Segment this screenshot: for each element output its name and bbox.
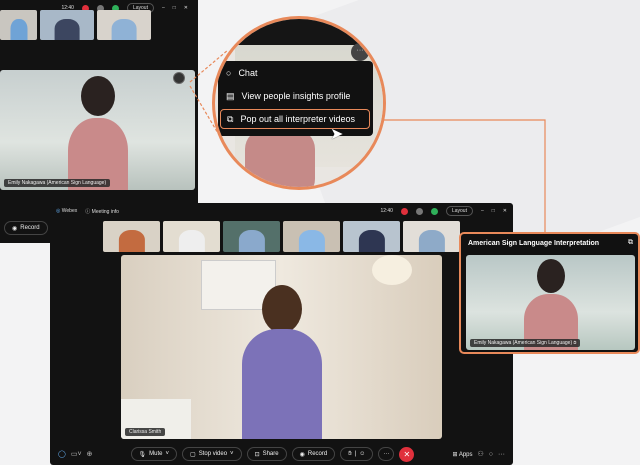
record-button[interactable]: ◉ Record (291, 447, 336, 461)
minimize-button[interactable]: – (481, 208, 484, 214)
participant-thumbnail[interactable] (403, 221, 460, 252)
participant-caption: Clarissa Smith (125, 428, 166, 436)
menu-item-pop-out[interactable]: ⧉ Pop out all interpreter videos (220, 109, 370, 129)
sign-language-icon: ✋︎ (573, 340, 577, 346)
close-button[interactable]: ✕ (503, 208, 507, 214)
share-icon: ⊡ (254, 451, 260, 458)
interpreter-video: Emily Nakagawa (American Sign Language) … (466, 255, 635, 350)
menu-item-chat[interactable]: ○ Chat (226, 68, 257, 78)
captions-button[interactable]: ▭˅ (71, 450, 82, 458)
info-icon: ⓘ (85, 208, 91, 215)
more-button[interactable]: ··· (378, 447, 395, 461)
reactions-button[interactable]: ✋︎ | ☺ (340, 447, 374, 461)
recording-indicator-icon (400, 207, 408, 215)
main-speaker-video: Clarissa Smith (121, 255, 442, 439)
meeting-time: 12:40 (380, 208, 393, 214)
webex-logo: ◎ Webex (56, 208, 78, 214)
participant-thumbnail[interactable] (343, 221, 400, 252)
raise-hand-icon: ✋︎ (348, 450, 352, 457)
front-meeting-window: ◎ Webex ⓘ Meeting info 12:40 Layout – □ ✕ … (50, 203, 513, 465)
participant-thumbnail[interactable] (103, 221, 160, 252)
emoji-icon: ☺ (359, 451, 366, 457)
chat-icon: ○ (226, 68, 232, 78)
interpreter-popout-window: American Sign Language Interpretation ⧉ … (459, 232, 640, 354)
more-options-icon[interactable]: ··· (498, 451, 505, 458)
participant-thumbnail[interactable] (283, 221, 340, 252)
maximize-button[interactable]: □ (492, 208, 495, 214)
webex-assistant-icon[interactable]: ◯ (58, 450, 66, 458)
stop-video-button[interactable]: ▢ Stop video ˅ (182, 447, 242, 461)
record-icon: ◉ (299, 451, 305, 458)
cursor-icon: ➤ (330, 126, 344, 143)
layout-button[interactable]: Layout (445, 206, 473, 216)
popout-title: American Sign Language Interpretation (468, 240, 600, 247)
pop-in-icon[interactable]: ⧉ (628, 239, 633, 247)
language-icon[interactable]: ⊕ (87, 450, 93, 458)
pop-out-icon: ⧉ (227, 113, 234, 124)
apps-icon: ⊞ (452, 451, 458, 458)
end-call-button[interactable]: ✕ (399, 446, 415, 462)
apps-button[interactable]: ⊞ Apps (452, 451, 472, 458)
mute-button[interactable]: 🎙︎ Mute ˅ (130, 447, 178, 461)
participant-thumbnail[interactable] (163, 221, 220, 252)
meeting-info-button[interactable]: ⓘ Meeting info (85, 208, 119, 215)
share-button[interactable]: ⊡ Share (246, 447, 287, 461)
status-icon (415, 207, 423, 215)
microphone-icon: 🎙︎ (138, 451, 147, 458)
magnifier-circle: ··· ○ Chat ▤ View people insights profile … (212, 16, 386, 190)
context-menu: ○ Chat ▤ View people insights profile ⧉ Pop… (218, 61, 373, 136)
camera-icon: ▢ (190, 451, 196, 458)
participant-thumbnail[interactable] (223, 221, 280, 252)
profile-card-icon: ▤ (226, 91, 235, 101)
security-icon (430, 207, 438, 215)
more-options-button[interactable]: ··· (351, 43, 369, 61)
menu-item-view-profile[interactable]: ▤ View people insights profile (226, 91, 350, 102)
participants-icon[interactable]: ⚇ (478, 450, 484, 458)
participant-caption: Emily Nakagawa (American Sign Language) … (470, 339, 581, 347)
chat-icon[interactable]: ○ (489, 451, 493, 458)
